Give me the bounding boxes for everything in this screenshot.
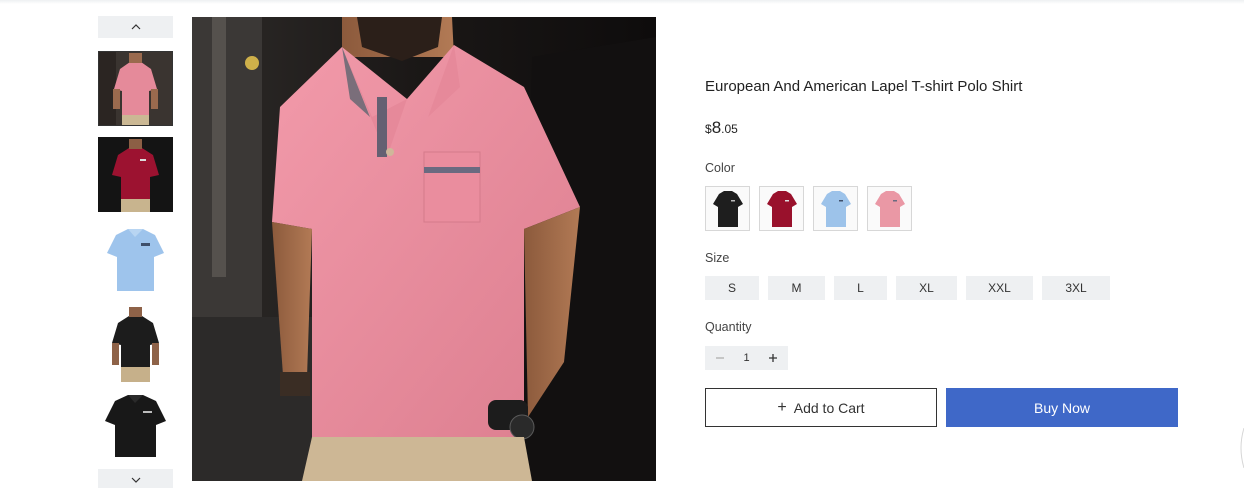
chevron-down-icon xyxy=(131,477,140,483)
thumbnail-black-flat[interactable] xyxy=(98,391,173,466)
product-title: European And American Lapel T-shirt Polo… xyxy=(705,78,1023,95)
color-swatch-burgundy[interactable] xyxy=(759,186,804,231)
color-label: Color xyxy=(705,161,735,175)
quantity-stepper: 1 xyxy=(705,346,788,370)
add-to-cart-button[interactable]: + Add to Cart xyxy=(705,388,937,427)
size-option-l[interactable]: L xyxy=(834,276,887,300)
header-divider xyxy=(0,0,1244,4)
size-option-s[interactable]: S xyxy=(705,276,759,300)
thumbnail-pink[interactable] xyxy=(98,51,173,126)
color-swatch-light-blue[interactable] xyxy=(813,186,858,231)
color-swatches xyxy=(705,186,912,231)
size-option-xl[interactable]: XL xyxy=(896,276,957,300)
color-swatch-black[interactable] xyxy=(705,186,750,231)
light-blue-polo-image xyxy=(98,223,173,298)
edge-scroll-indicator-icon xyxy=(1240,428,1244,468)
thumbnail-burgundy[interactable] xyxy=(98,137,173,212)
black-polo-on-model-image xyxy=(98,307,173,382)
burgundy-polo-image xyxy=(98,137,173,212)
plus-icon xyxy=(769,354,777,362)
add-to-cart-label: Add to Cart xyxy=(793,399,865,416)
pink-shirt-swatch-icon xyxy=(874,190,905,227)
quantity-increase-button[interactable] xyxy=(766,350,780,366)
black-shirt-swatch-icon xyxy=(712,190,743,227)
pink-polo-image xyxy=(98,51,173,126)
quantity-label: Quantity xyxy=(705,320,752,334)
quantity-decrease-button[interactable] xyxy=(713,350,727,366)
color-swatch-pink[interactable] xyxy=(867,186,912,231)
pink-polo-shirt-photo xyxy=(192,17,656,481)
size-option-3xl[interactable]: 3XL xyxy=(1042,276,1110,300)
buy-now-button[interactable]: Buy Now xyxy=(946,388,1178,427)
light-blue-shirt-swatch-icon xyxy=(820,190,851,227)
burgundy-shirt-swatch-icon xyxy=(766,190,797,227)
thumbnail-light-blue[interactable] xyxy=(98,223,173,298)
chevron-up-icon xyxy=(131,24,140,30)
price-integer: 8 xyxy=(711,118,722,137)
thumbnail-black[interactable] xyxy=(98,307,173,382)
size-options: S M L XL XXL 3XL xyxy=(705,276,1110,300)
size-option-xxl[interactable]: XXL xyxy=(966,276,1033,300)
price-currency: $ xyxy=(705,122,712,136)
price-decimal: .05 xyxy=(721,122,738,136)
size-option-m[interactable]: M xyxy=(768,276,825,300)
thumbnails-scroll-down-button[interactable] xyxy=(98,469,173,488)
product-price: $8.05 xyxy=(705,118,738,138)
size-label: Size xyxy=(705,251,730,265)
main-product-image[interactable] xyxy=(192,17,656,481)
quantity-value[interactable]: 1 xyxy=(727,352,766,364)
thumbnails-scroll-up-button[interactable] xyxy=(98,16,173,38)
plus-icon: + xyxy=(777,398,787,416)
minus-icon xyxy=(716,357,724,359)
black-polo-flat-image xyxy=(98,391,173,466)
